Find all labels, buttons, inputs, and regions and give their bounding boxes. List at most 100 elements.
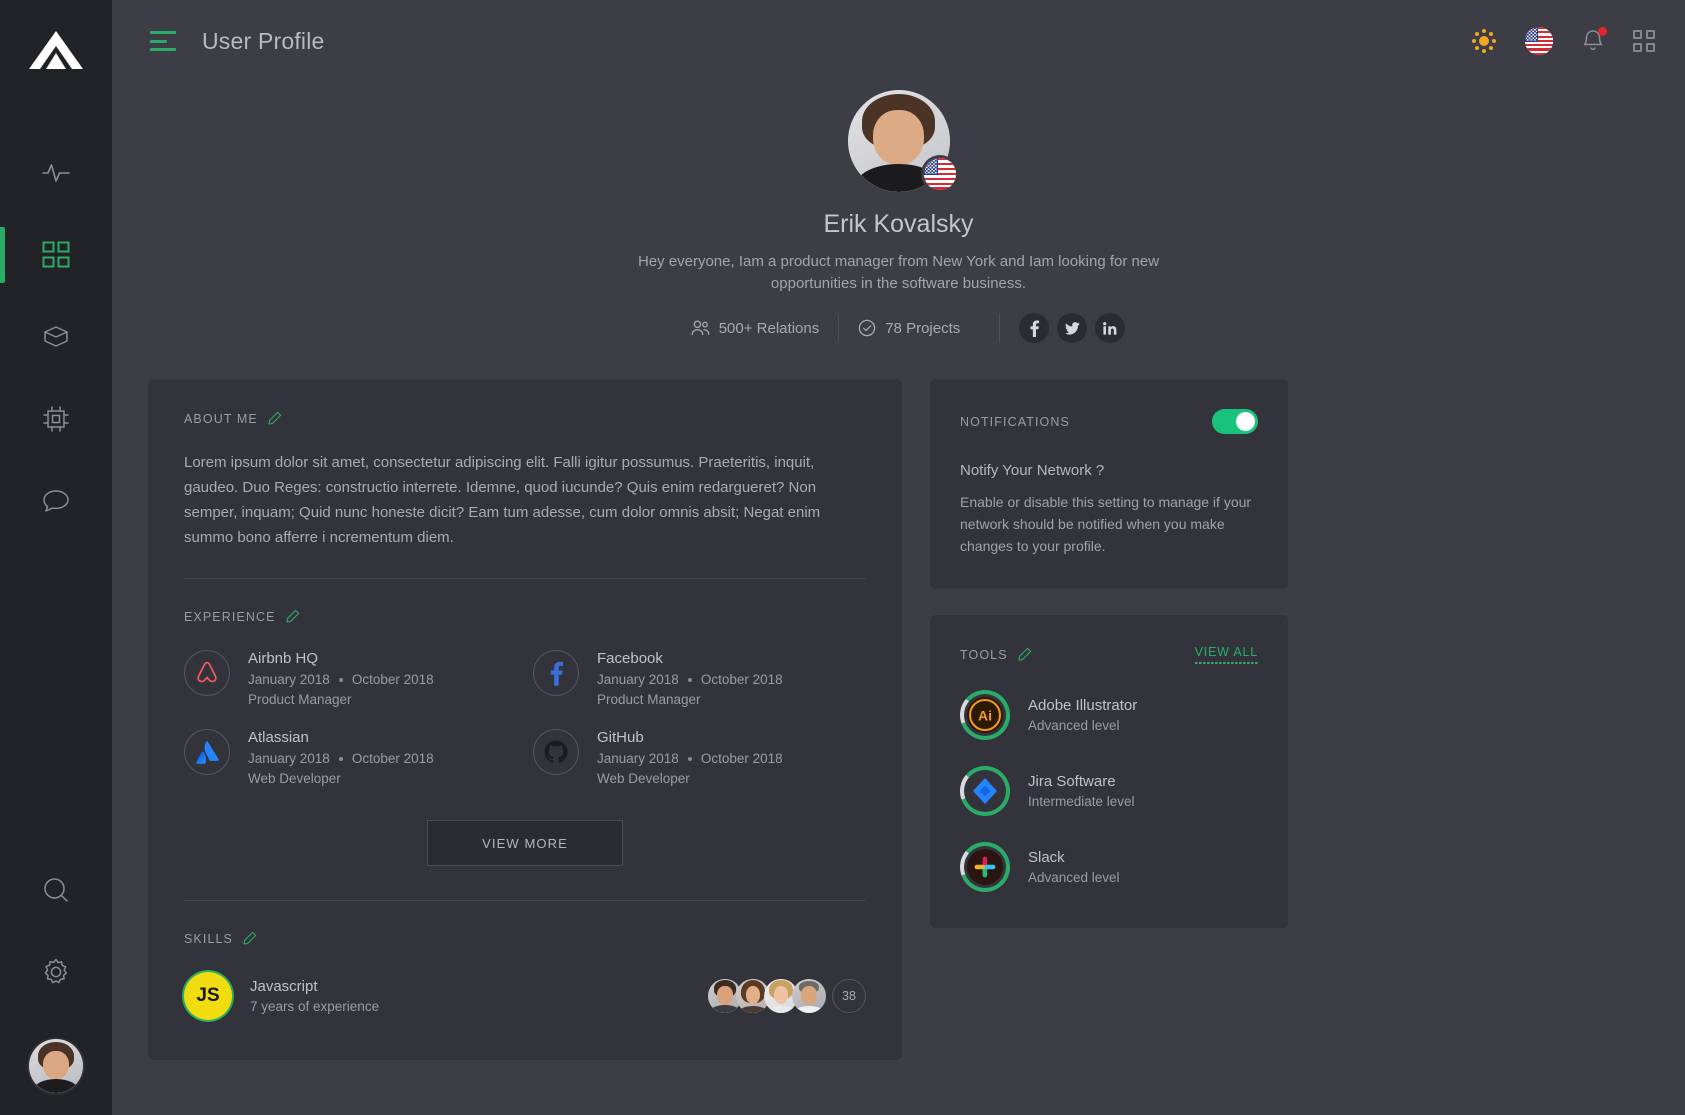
- experience-item-atlassian[interactable]: Atlassian January 2018 October 2018 Web …: [184, 729, 517, 786]
- skill-endorsers-count[interactable]: 38: [832, 979, 866, 1013]
- stat-relations[interactable]: 500+ Relations: [672, 316, 839, 340]
- experience-company: GitHub: [597, 729, 644, 746]
- experience-item-github[interactable]: GitHub January 2018 October 2018 Web Dev…: [533, 729, 866, 786]
- sidebar-item-activity[interactable]: [0, 132, 112, 214]
- skill-name: Javascript: [250, 978, 318, 995]
- profile-name: Erik Kovalsky: [823, 210, 974, 238]
- tool-progress-ring: [960, 766, 1010, 816]
- atlassian-logo-icon: [184, 729, 230, 775]
- twitter-link[interactable]: [1057, 313, 1088, 343]
- sidebar-item-dashboard[interactable]: [0, 214, 112, 296]
- about-experience-skills-card: ABOUT ME Lorem ipsum dolor sit amet, con…: [148, 379, 902, 1060]
- apps-menu-button[interactable]: [1633, 30, 1655, 52]
- skills-edit-button[interactable]: [242, 931, 257, 946]
- experience-item-facebook[interactable]: Facebook January 2018 October 2018 Produ…: [533, 650, 866, 707]
- profile-content: ABOUT ME Lorem ipsum dolor sit amet, con…: [112, 343, 1685, 1060]
- experience-end: October 2018: [700, 672, 783, 687]
- experience-end: October 2018: [700, 751, 783, 766]
- separator-dot-icon: [687, 677, 692, 682]
- experience-item-body: Airbnb HQ January 2018 October 2018 Prod…: [248, 650, 434, 707]
- tool-progress-ring: Ai: [960, 690, 1010, 740]
- chip-cpu-icon: [43, 406, 69, 432]
- notifications-description: Enable or disable this setting to manage…: [960, 494, 1252, 554]
- activity-pulse-icon: [42, 164, 70, 182]
- tools-header: TOOLS VIEW ALL: [960, 645, 1259, 664]
- theme-toggle-button[interactable]: [1471, 28, 1497, 54]
- experience-item-airbnb[interactable]: Airbnb HQ January 2018 October 2018 Prod…: [184, 650, 517, 707]
- sidebar-item-products[interactable]: [0, 296, 112, 378]
- tool-level: Advanced level: [1028, 870, 1120, 885]
- twitter-icon: [1064, 321, 1080, 335]
- right-column: NOTIFICATIONS Notify Your Network ? Enab…: [930, 379, 1288, 928]
- tools-card: TOOLS VIEW ALL Ai Adobe Illustrator Adva…: [930, 615, 1288, 928]
- us-flag-badge-icon: [923, 158, 956, 190]
- rail-user-avatar[interactable]: [29, 1039, 83, 1093]
- person-avatar-4[interactable]: [792, 979, 826, 1013]
- experience-item-body: Atlassian January 2018 October 2018 Web …: [248, 729, 434, 786]
- about-text: Lorem ipsum dolor sit amet, consectetur …: [184, 454, 821, 546]
- experience-section: EXPERIENCE Airbnb HQ January 2018 Octobe…: [184, 579, 866, 866]
- notifications-title: NOTIFICATIONS: [960, 414, 1070, 429]
- tool-level: Advanced level: [1028, 718, 1120, 733]
- stat-relations-label: 500+ Relations: [718, 319, 820, 337]
- experience-header: EXPERIENCE: [184, 609, 866, 624]
- pencil-edit-icon: [268, 411, 282, 425]
- experience-company: Airbnb HQ: [248, 650, 319, 667]
- experience-edit-button[interactable]: [285, 609, 300, 624]
- social-links: [999, 313, 1126, 343]
- separator-dot-icon: [338, 756, 343, 761]
- notifications-question: Notify Your Network ?: [960, 462, 1105, 479]
- experience-dates: January 2018 October 2018: [248, 672, 434, 687]
- skill-experience: 7 years of experience: [250, 999, 380, 1014]
- sidebar-item-search[interactable]: [0, 849, 112, 931]
- sidebar-item-messages[interactable]: [0, 460, 112, 542]
- view-more-button[interactable]: VIEW MORE: [427, 820, 623, 866]
- linkedin-link[interactable]: [1095, 313, 1126, 343]
- brightness-sun-icon: [1472, 29, 1496, 53]
- profile-header: Erik Kovalsky Hey everyone, Iam a produc…: [112, 82, 1685, 343]
- skill-item-javascript[interactable]: JS Javascript 7 years of experience 38: [184, 972, 866, 1020]
- javascript-badge-icon: JS: [184, 972, 232, 1020]
- experience-item-body: GitHub January 2018 October 2018 Web Dev…: [597, 729, 783, 786]
- experience-list: Airbnb HQ January 2018 October 2018 Prod…: [184, 650, 866, 786]
- notifications-toggle[interactable]: [1212, 409, 1258, 434]
- profile-stats: 500+ Relations 78 Projects: [112, 313, 1685, 343]
- profile-avatar-wrap: [847, 90, 956, 192]
- jira-software-icon: [967, 773, 1003, 809]
- tool-meta: Jira Software Intermediate level: [1028, 773, 1135, 809]
- us-flag-icon: [1525, 27, 1553, 55]
- tool-item-jira-software[interactable]: Jira Software Intermediate level: [960, 766, 1258, 816]
- sidebar-item-devices[interactable]: [0, 378, 112, 460]
- pencil-edit-icon: [286, 609, 299, 623]
- tool-meta: Adobe Illustrator Advanced level: [1028, 697, 1137, 733]
- app-logo[interactable]: [26, 26, 86, 80]
- tool-item-adobe-illustrator[interactable]: Ai Adobe Illustrator Advanced level: [960, 690, 1258, 740]
- tool-meta: Slack Advanced level: [1028, 849, 1120, 885]
- tool-item-slack[interactable]: Slack Advanced level: [960, 842, 1258, 892]
- language-selector-button[interactable]: [1525, 27, 1553, 55]
- experience-role: Product Manager: [597, 692, 701, 707]
- gear-settings-icon: [44, 958, 68, 984]
- skill-meta: Javascript 7 years of experience: [250, 978, 379, 1014]
- experience-role: Web Developer: [597, 771, 690, 786]
- tools-view-all-link[interactable]: VIEW ALL: [1194, 645, 1259, 664]
- users-group-icon: [691, 320, 710, 336]
- top-bar-actions: [1471, 27, 1655, 55]
- sidebar-item-settings[interactable]: [0, 931, 112, 1013]
- tools-edit-button[interactable]: [1017, 647, 1032, 662]
- experience-item-body: Facebook January 2018 October 2018 Produ…: [597, 650, 783, 707]
- tool-progress-ring: [960, 842, 1010, 892]
- search-icon: [44, 878, 68, 902]
- main-content: User Profile Erik Kovalsky Hey everyone,…: [112, 0, 1685, 1115]
- notifications-button[interactable]: [1581, 27, 1607, 54]
- cube-box-icon: [44, 326, 68, 347]
- experience-dates: January 2018 October 2018: [597, 672, 783, 687]
- top-bar: User Profile: [112, 0, 1685, 82]
- tool-level: Intermediate level: [1028, 794, 1135, 809]
- experience-role: Web Developer: [248, 771, 341, 786]
- separator-dot-icon: [338, 677, 343, 682]
- facebook-link[interactable]: [1019, 313, 1050, 343]
- stat-projects[interactable]: 78 Projects: [838, 316, 979, 340]
- about-edit-button[interactable]: [267, 411, 282, 426]
- hamburger-menu-icon[interactable]: [150, 31, 176, 51]
